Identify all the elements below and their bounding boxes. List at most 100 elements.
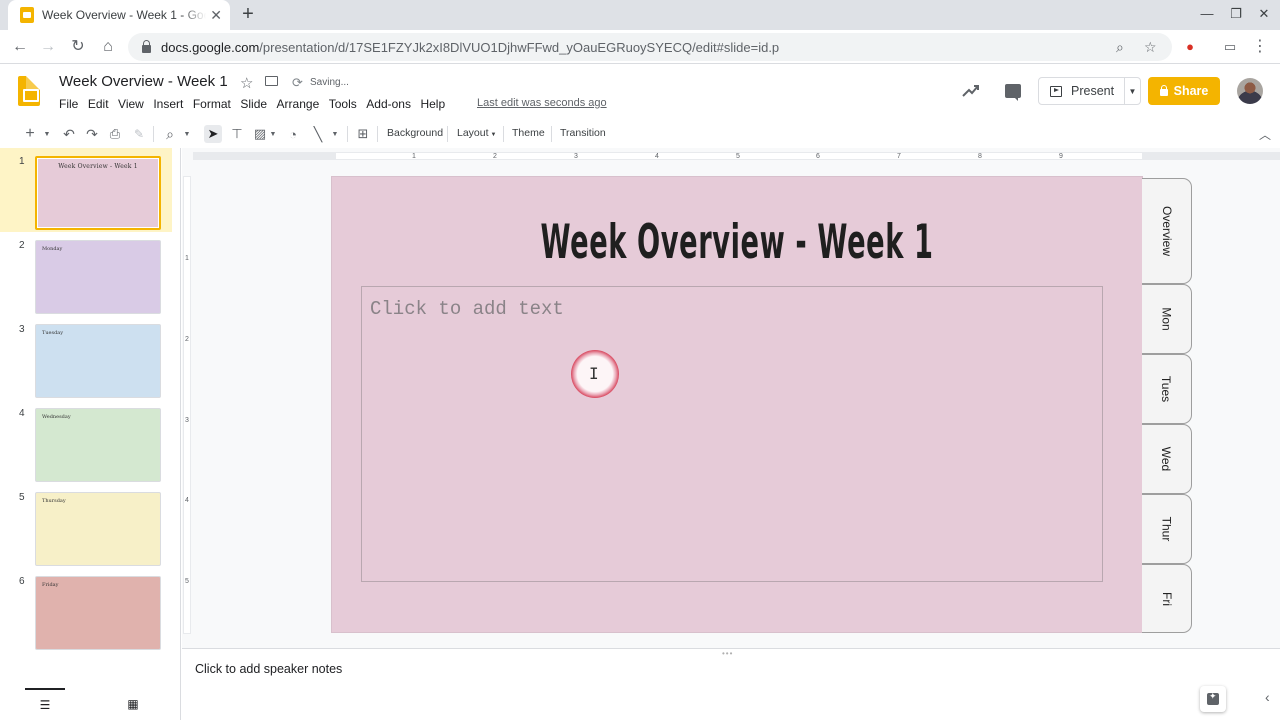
menu-slide[interactable]: Slide: [240, 96, 267, 112]
menu-view[interactable]: View: [118, 96, 144, 112]
print-icon[interactable]: ⎙: [107, 125, 123, 143]
side-tab-mon[interactable]: Mon: [1142, 284, 1192, 354]
transition-button[interactable]: Transition: [560, 127, 606, 139]
tab-close-icon[interactable]: ✕: [210, 7, 222, 24]
side-tab-thur[interactable]: Thur: [1142, 494, 1192, 564]
line-icon[interactable]: ╲: [310, 125, 326, 143]
menu-insert[interactable]: Insert: [153, 96, 183, 112]
ruler-mark: 3: [574, 153, 578, 160]
present-dropdown-icon[interactable]: ▼: [1125, 87, 1140, 96]
resize-grip-icon[interactable]: •••: [722, 649, 733, 658]
new-slide-plus-icon[interactable]: +: [22, 125, 38, 143]
background-button[interactable]: Background: [387, 127, 443, 139]
present-button[interactable]: Present ▼: [1038, 77, 1141, 105]
present-play-icon: [1050, 85, 1062, 97]
star-icon[interactable]: ☆: [240, 74, 253, 92]
side-tab-fri[interactable]: Fri: [1142, 564, 1192, 633]
slide-thumbnail[interactable]: Tuesday: [35, 324, 161, 398]
filmstrip-slide-4[interactable]: 4 Wednesday: [0, 400, 172, 484]
filmstrip-slide-5[interactable]: 5 Thursday: [0, 484, 172, 568]
side-tab-tues[interactable]: Tues: [1142, 354, 1192, 424]
grid-view-icon[interactable]: ▦: [122, 694, 144, 714]
slides-logo-icon[interactable]: [18, 76, 40, 106]
paint-format-icon[interactable]: ✎: [131, 125, 147, 143]
thumbnail-title: Wednesday: [42, 414, 71, 420]
side-tab-overview[interactable]: Overview: [1142, 178, 1192, 284]
share-button[interactable]: Share: [1148, 77, 1220, 105]
present-main-button[interactable]: Present: [1039, 78, 1125, 104]
home-icon[interactable]: ⌂: [98, 37, 118, 57]
side-tab-label: Fri: [1159, 591, 1174, 606]
image-dropdown-icon[interactable]: ▼: [268, 125, 278, 143]
menu-help[interactable]: Help: [420, 96, 445, 112]
vertical-ruler[interactable]: 1 2 3 4 5: [183, 176, 191, 634]
text-box-icon[interactable]: ⊤: [229, 125, 245, 143]
new-tab-button[interactable]: +: [238, 4, 258, 24]
cast-icon[interactable]: ▭: [1220, 37, 1240, 57]
address-bar[interactable]: docs.google.com/presentation/d/17SE1FZYJ…: [128, 33, 1172, 61]
slide-thumbnail[interactable]: Friday: [35, 576, 161, 650]
restore-window-icon[interactable]: ❐: [1228, 6, 1244, 22]
filmstrip-slide-2[interactable]: 2 Monday: [0, 232, 172, 316]
side-panel-toggle-icon[interactable]: ‹: [1265, 689, 1270, 705]
menu-add-ons[interactable]: Add-ons: [366, 96, 411, 112]
line-dropdown-icon[interactable]: ▼: [330, 125, 340, 143]
body-placeholder-text: Click to add text: [370, 298, 564, 320]
minimize-window-icon[interactable]: —: [1199, 6, 1215, 21]
filmstrip-slide-3[interactable]: 3 Tuesday: [0, 316, 172, 400]
explore-button[interactable]: [1200, 686, 1226, 712]
slide-number: 5: [19, 492, 25, 503]
menu-file[interactable]: File: [59, 96, 78, 112]
activity-trend-icon[interactable]: [961, 82, 981, 100]
slide-title[interactable]: Week Overview - Week 1: [502, 215, 972, 270]
filmstrip-slide-1[interactable]: 1 Week Overview - Week 1: [0, 148, 172, 232]
slide-thumbnail[interactable]: Monday: [35, 240, 161, 314]
layout-label: Layout: [457, 127, 489, 139]
shape-icon[interactable]: ◔: [285, 125, 301, 143]
ruler-mark: 5: [185, 578, 189, 585]
menu-tools[interactable]: Tools: [329, 96, 357, 112]
browser-tab[interactable]: Week Overview - Week 1 - Google Slides ✕: [8, 0, 230, 30]
redo-icon[interactable]: ↷: [84, 125, 100, 143]
speaker-notes-field[interactable]: Click to add speaker notes: [195, 662, 342, 676]
explore-icon: [1207, 691, 1219, 705]
new-slide-dropdown-icon[interactable]: ▼: [42, 125, 52, 143]
body-text-box[interactable]: Click to add text: [361, 286, 1103, 582]
text-cursor-icon: I: [589, 364, 599, 383]
menu-edit[interactable]: Edit: [88, 96, 109, 112]
slide-thumbnail[interactable]: Thursday: [35, 492, 161, 566]
comment-history-icon[interactable]: [1005, 84, 1021, 101]
theme-button[interactable]: Theme: [512, 127, 545, 139]
close-window-icon[interactable]: ✕: [1256, 6, 1272, 22]
document-title[interactable]: Week Overview - Week 1: [59, 73, 228, 90]
back-arrow-icon[interactable]: ←: [10, 37, 30, 57]
chrome-menu-icon[interactable]: ⋮: [1250, 37, 1270, 57]
menu-format[interactable]: Format: [193, 96, 231, 112]
zoom-magnifier-icon[interactable]: ⌕: [1116, 39, 1124, 56]
layout-button[interactable]: Layout ▼: [457, 127, 496, 139]
browser-address-row: ← → ↻ ⌂ docs.google.com/presentation/d/1…: [0, 30, 1280, 64]
undo-icon[interactable]: ↶: [61, 125, 77, 143]
account-avatar[interactable]: [1237, 78, 1263, 104]
add-comment-icon[interactable]: ⊞: [355, 125, 371, 143]
slide-number: 3: [19, 324, 25, 335]
collapse-toolbar-icon[interactable]: ︿: [1258, 125, 1272, 143]
extension-icon[interactable]: ●: [1180, 37, 1200, 57]
menu-arrange[interactable]: Arrange: [277, 96, 320, 112]
image-icon[interactable]: ▨: [252, 125, 268, 143]
reload-icon[interactable]: ↻: [68, 37, 88, 57]
slide-thumbnail[interactable]: Week Overview - Week 1: [35, 156, 161, 230]
filmstrip-slide-6[interactable]: 6 Friday: [0, 568, 172, 652]
zoom-icon[interactable]: ⌕: [162, 125, 178, 143]
side-tab-wed[interactable]: Wed: [1142, 424, 1192, 494]
last-edit-link[interactable]: Last edit was seconds ago: [477, 97, 607, 109]
bookmark-star-icon[interactable]: ☆: [1144, 39, 1157, 56]
filmstrip-view-icon[interactable]: ☰: [25, 688, 65, 720]
slide-thumbnail[interactable]: Wednesday: [35, 408, 161, 482]
select-cursor-icon[interactable]: ➤: [204, 125, 222, 143]
forward-arrow-icon[interactable]: →: [38, 37, 58, 57]
zoom-dropdown-icon[interactable]: ▼: [182, 125, 192, 143]
move-folder-icon[interactable]: [265, 76, 278, 86]
slide-canvas[interactable]: Week Overview - Week 1 Click to add text: [332, 177, 1142, 632]
horizontal-ruler[interactable]: 1 2 3 4 5 6 7 8 9: [335, 152, 1143, 160]
